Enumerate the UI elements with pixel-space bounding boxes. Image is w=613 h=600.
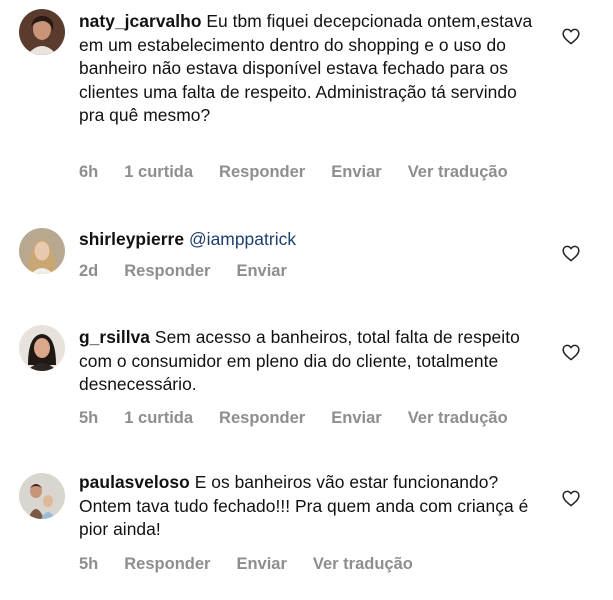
like-button[interactable]	[562, 490, 580, 507]
timestamp[interactable]: 6h	[79, 163, 98, 182]
avatar[interactable]	[19, 9, 65, 55]
send-button[interactable]: Enviar	[331, 163, 381, 182]
timestamp[interactable]: 5h	[79, 555, 98, 574]
profile-photo-icon	[19, 473, 65, 519]
timestamp[interactable]: 5h	[79, 409, 98, 428]
send-button[interactable]: Enviar	[236, 262, 286, 281]
likes-count[interactable]: 1 curtida	[124, 409, 193, 428]
heart-outline-icon	[562, 344, 580, 361]
avatar[interactable]	[19, 228, 65, 274]
likes-count[interactable]: 1 curtida	[124, 163, 193, 182]
username[interactable]: naty_jcarvalho	[79, 11, 202, 31]
comment-actions: 5h 1 curtida Responder Enviar Ver tradução	[79, 409, 534, 428]
heart-outline-icon	[562, 490, 580, 507]
like-button[interactable]	[562, 28, 580, 45]
profile-photo-icon	[19, 9, 65, 55]
username[interactable]: paulasveloso	[79, 472, 190, 492]
avatar[interactable]	[19, 325, 65, 371]
reply-button[interactable]: Responder	[124, 262, 210, 281]
mention-link[interactable]: @iamppatrick	[189, 229, 296, 249]
reply-button[interactable]: Responder	[124, 555, 210, 574]
reply-button[interactable]: Responder	[219, 163, 305, 182]
translate-button[interactable]: Ver tradução	[313, 555, 413, 574]
comment-actions: 5h Responder Enviar Ver tradução	[79, 555, 439, 574]
username[interactable]: shirleypierre	[79, 229, 184, 249]
send-button[interactable]: Enviar	[331, 409, 381, 428]
profile-photo-icon	[19, 325, 65, 371]
heart-outline-icon	[562, 245, 580, 262]
like-button[interactable]	[562, 344, 580, 361]
translate-button[interactable]: Ver tradução	[408, 163, 508, 182]
heart-outline-icon	[562, 28, 580, 45]
username[interactable]: g_rsillva	[79, 327, 150, 347]
reply-button[interactable]: Responder	[219, 409, 305, 428]
comment-actions: 2d Responder Enviar	[79, 262, 313, 281]
timestamp[interactable]: 2d	[79, 262, 98, 281]
profile-photo-icon	[19, 228, 65, 274]
like-button[interactable]	[562, 245, 580, 262]
comment-actions: 6h 1 curtida Responder Enviar Ver tradução	[79, 163, 534, 182]
send-button[interactable]: Enviar	[236, 555, 286, 574]
avatar[interactable]	[19, 473, 65, 519]
translate-button[interactable]: Ver tradução	[408, 409, 508, 428]
